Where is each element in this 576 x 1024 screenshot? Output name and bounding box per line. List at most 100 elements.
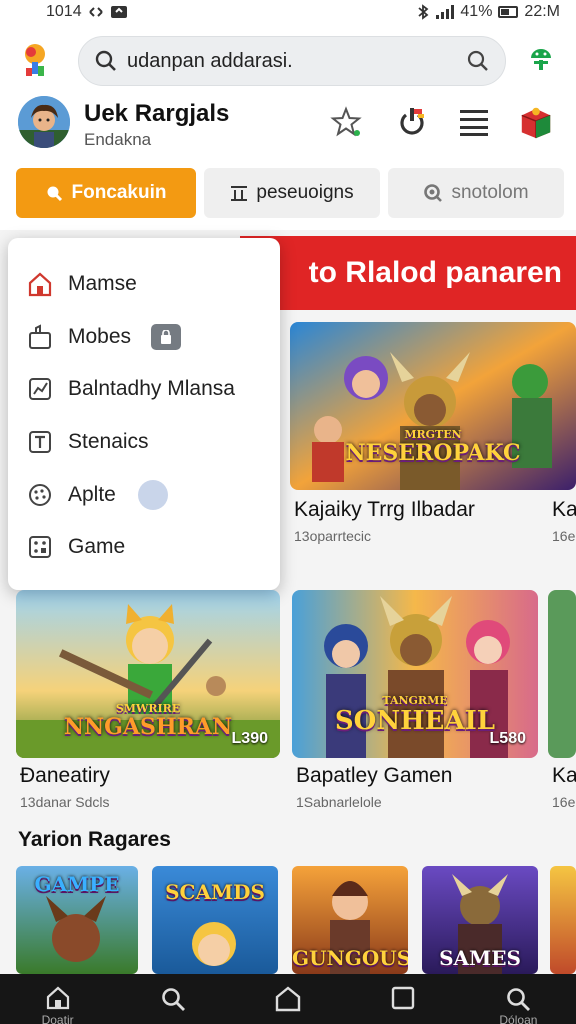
tab-snotolom[interactable]: snotolom <box>388 168 564 218</box>
section-title: Yarion Ragares <box>18 828 171 851</box>
tab-peseuoigns[interactable]: peseuoigns <box>204 168 380 218</box>
status-left: 1014 <box>46 3 128 21</box>
home-icon <box>26 270 54 298</box>
game-card[interactable]: SMWRIRE NNGASHRAN L390 Ðaneatiry 13danar… <box>16 590 280 810</box>
lock-badge <box>151 323 182 350</box>
bottom-nav: Doatir Dóloan <box>0 974 576 1024</box>
globe-icon <box>26 481 54 509</box>
tab-bar: Foncakuin peseuoigns snotolom <box>0 168 576 218</box>
nav-search[interactable] <box>115 974 230 1024</box>
search-submit-icon[interactable] <box>467 50 489 72</box>
status-time: 1014 <box>46 3 82 20</box>
menu-item-aplte[interactable]: Aplte <box>8 468 280 521</box>
game-title[interactable]: Ka <box>552 764 576 788</box>
game-card[interactable]: TANGRME SONHEAIL L580 Bapatley Gamen 1Sa… <box>292 590 538 810</box>
menu-item-label: Mobes <box>68 324 132 348</box>
menu-item-label: Stenaics <box>68 430 149 454</box>
game-thumbnail[interactable]: SMWRIRE NNGASHRAN L390 <box>16 590 280 758</box>
tab-label: peseuoigns <box>256 182 354 203</box>
game-subtitle: 16e <box>552 794 576 810</box>
tab-foncakuin[interactable]: Foncakuin <box>16 168 196 218</box>
menu-item-balntadhy[interactable]: Balntadhy Mlansa <box>8 363 280 416</box>
status-dot <box>137 479 168 510</box>
search-icon <box>95 50 116 71</box>
game-subtitle: 13oparrtecic <box>294 528 372 544</box>
gift-button[interactable] <box>518 104 554 140</box>
mini-game-card[interactable]: SCAMDS <box>152 866 278 974</box>
gift-box-icon <box>521 107 551 139</box>
mini-game-title: GAMPE <box>34 872 120 896</box>
game-card[interactable]: NESEROPAKC MRGTEN Kajaiky Trrg Ilbadar 1… <box>290 322 576 552</box>
status-clock: 22:M <box>524 3 560 20</box>
game-card[interactable]: Ka 16e <box>548 322 576 552</box>
menu-item-label: Game <box>68 535 126 559</box>
game-thumbnail[interactable] <box>548 590 576 758</box>
search-nav-icon <box>161 988 185 1011</box>
game-logo: NESEROPAKC <box>345 440 521 466</box>
text-icon <box>26 428 54 456</box>
game-card[interactable]: Ka 16e <box>548 590 576 810</box>
favorites-button[interactable] <box>328 104 364 140</box>
menu-item-label: Aplte <box>68 482 116 506</box>
search-row: udanpan addarasi. <box>0 34 576 86</box>
sync-icon <box>88 7 103 17</box>
game-thumbnail[interactable]: NESEROPAKC MRGTEN <box>290 322 576 490</box>
tab-label: snotolom <box>451 182 529 203</box>
search-nav-icon-2 <box>507 988 531 1011</box>
game-thumbnail[interactable]: TANGRME SONHEAIL L580 <box>292 590 538 758</box>
menu-button[interactable] <box>456 104 492 140</box>
mini-game-card[interactable]: GAMPE <box>16 866 138 974</box>
game-title[interactable]: Ðaneatiry <box>20 764 110 788</box>
nav-system-home[interactable] <box>230 974 345 1024</box>
app-header: udanpan addarasi. Uek Rargjals Endakna F… <box>0 24 576 230</box>
avatar[interactable] <box>18 96 70 148</box>
menu-item-mamse[interactable]: Mamse <box>8 258 280 311</box>
nav-home[interactable]: Doatir <box>0 974 115 1024</box>
home-outline-icon <box>275 986 301 1012</box>
dropdown-menu: Mamse Mobes Balntadhy Mlansa Stenaics Ap… <box>8 238 280 590</box>
notification-icon <box>110 6 127 18</box>
bag-icon <box>26 323 54 351</box>
status-bar: 1014 41% 22:M <box>0 0 576 24</box>
app-logo[interactable] <box>18 42 52 78</box>
menu-item-stenaics[interactable]: Stenaics <box>8 416 280 469</box>
profile-row: Uek Rargjals Endakna <box>0 94 576 154</box>
mini-game-card[interactable]: GUNGOUS <box>292 866 408 974</box>
nav-recents[interactable] <box>346 974 461 1024</box>
game-logo-top: MRGTEN <box>404 428 462 441</box>
menu-item-mobes[interactable]: Mobes <box>8 311 280 364</box>
menu-item-label: Mamse <box>68 272 137 296</box>
search-bar[interactable]: udanpan addarasi. <box>78 36 506 86</box>
mini-game-card[interactable] <box>550 866 576 974</box>
battery-percent: 41% <box>460 3 493 20</box>
star-icon <box>330 106 362 137</box>
power-icon <box>400 108 424 135</box>
game-title[interactable]: Ka <box>552 498 576 522</box>
profile-name: Uek Rargjals <box>84 100 230 127</box>
menu-item-game[interactable]: Game <box>8 521 280 574</box>
bluetooth-icon <box>418 4 429 20</box>
mini-game-card[interactable]: SAMES <box>422 866 538 974</box>
promo-banner[interactable]: to Rlalod panaren <box>240 236 576 310</box>
game-logo: NNGASHRAN <box>63 714 233 740</box>
mini-game-title: SCAMDS <box>165 880 265 904</box>
hamburger-icon <box>460 110 488 136</box>
power-button[interactable] <box>394 104 430 140</box>
game-title[interactable]: Kajaiky Trrg Ilbadar <box>294 498 475 522</box>
android-icon[interactable] <box>526 44 556 74</box>
tab-label: Foncakuin <box>71 182 167 203</box>
nav-discover[interactable]: Dóloan <box>461 974 576 1024</box>
nav-label: Dóloan <box>499 1013 538 1024</box>
game-price: L390 <box>231 730 268 747</box>
search-input[interactable]: udanpan addarasi. <box>127 50 467 73</box>
game-subtitle: 1Sabnarlelole <box>296 794 382 810</box>
square-icon <box>392 986 415 1010</box>
game-subtitle: 13danar Sdcls <box>20 794 110 810</box>
game-subtitle: 16e <box>552 528 576 544</box>
game-logo: SONHEAIL <box>334 706 496 736</box>
list-tab-icon <box>231 186 248 201</box>
game-title[interactable]: Bapatley Gamen <box>296 764 452 788</box>
signal-icon <box>436 5 455 19</box>
status-right: 41% 22:M <box>416 3 560 21</box>
chart-icon <box>26 375 54 403</box>
